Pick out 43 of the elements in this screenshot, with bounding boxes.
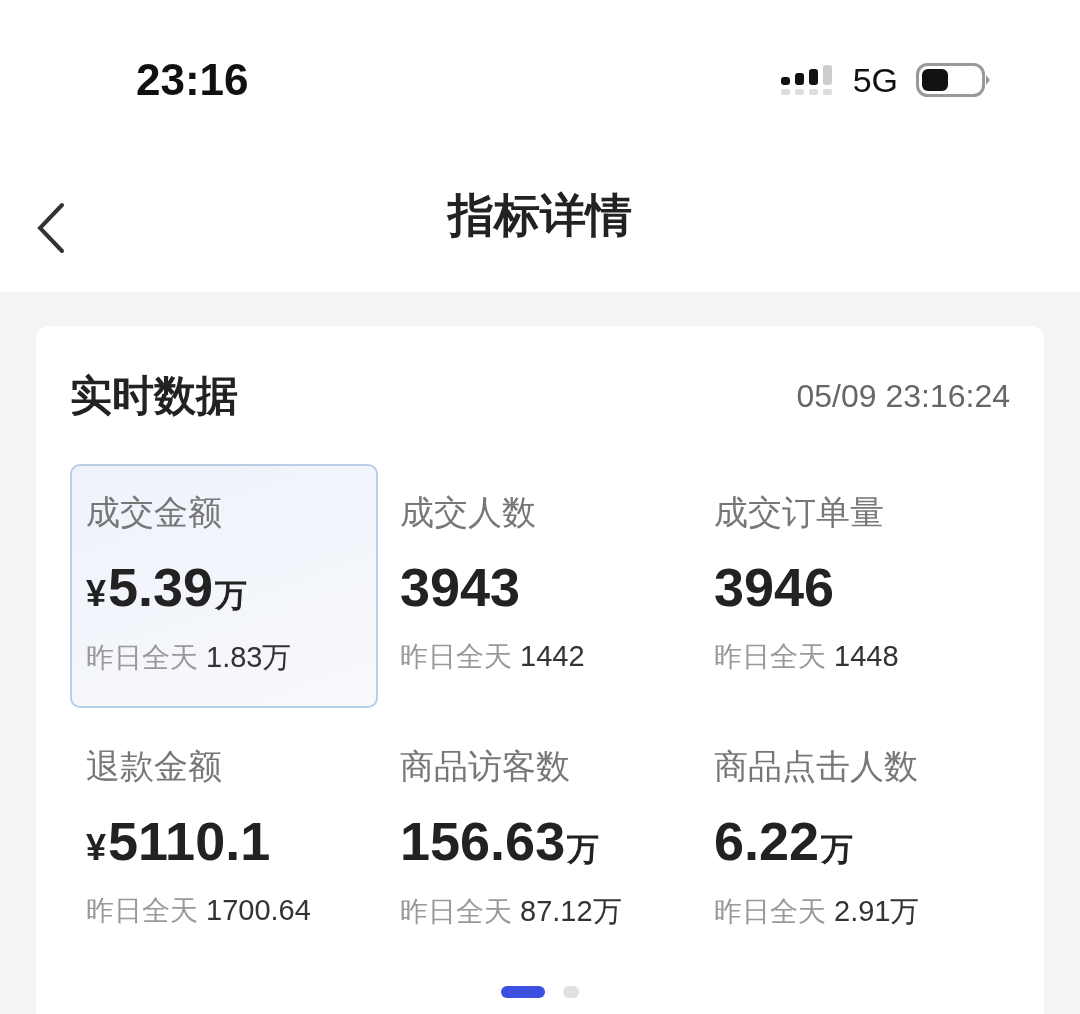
metric-value: 6.22 [714,810,820,872]
signal-icon [780,65,835,95]
yesterday-value: 2.91万 [834,894,920,929]
currency-sign: ¥ [86,827,107,869]
yesterday-label: 昨日全天 [86,640,198,676]
unit-label: 万 [215,576,248,615]
unit-label: 万 [821,830,854,869]
yesterday-label: 昨日全天 [400,894,512,930]
yesterday-label: 昨日全天 [714,639,826,675]
yesterday-value: 1700.64 [206,894,311,927]
metric-label: 成交人数 [400,491,537,534]
yesterday-value: 1442 [520,640,585,673]
metric-value: 5.39 [108,556,214,618]
back-icon [36,202,66,254]
metric-label: 商品访客数 [400,745,571,788]
metric-tile[interactable]: 商品点击人数 6.22万 昨日全天 2.91万 [698,718,1006,962]
metric-tile[interactable]: 成交订单量 3946 昨日全天 1448 [698,464,1006,708]
yesterday-value: 1.83万 [206,640,292,675]
yesterday-label: 昨日全天 [86,893,198,929]
metric-label: 成交订单量 [714,491,885,534]
metric-label: 商品点击人数 [714,745,919,788]
metric-tile[interactable]: 成交人数 3943 昨日全天 1442 [384,464,692,708]
metric-label: 成交金额 [86,491,223,534]
card-title: 实时数据 [70,370,238,422]
metric-tile[interactable]: 商品访客数 156.63万 昨日全天 87.12万 [384,718,692,962]
battery-icon [916,63,990,97]
page-title: 指标详情 [448,187,632,244]
timestamp: 05/09 23:16:24 [796,377,1010,415]
metric-tile[interactable]: 退款金额 ¥5110.1 昨日全天 1700.64 [70,718,378,962]
metric-value: 3943 [400,556,521,618]
yesterday-label: 昨日全天 [400,639,512,675]
status-time: 23:16 [136,55,249,105]
metric-value: 3946 [714,556,835,618]
metric-label: 退款金额 [86,745,223,788]
metric-tile[interactable]: 成交金额 ¥5.39万 昨日全天 1.83万 [70,464,378,708]
network-label: 5G [852,60,898,100]
metric-value: 156.63 [400,810,566,872]
yesterday-value: 1448 [834,640,899,673]
metric-value: 5110.1 [108,810,271,872]
unit-label: 万 [567,830,600,869]
currency-sign: ¥ [86,573,107,615]
yesterday-label: 昨日全天 [714,894,826,930]
yesterday-value: 87.12万 [520,894,622,929]
